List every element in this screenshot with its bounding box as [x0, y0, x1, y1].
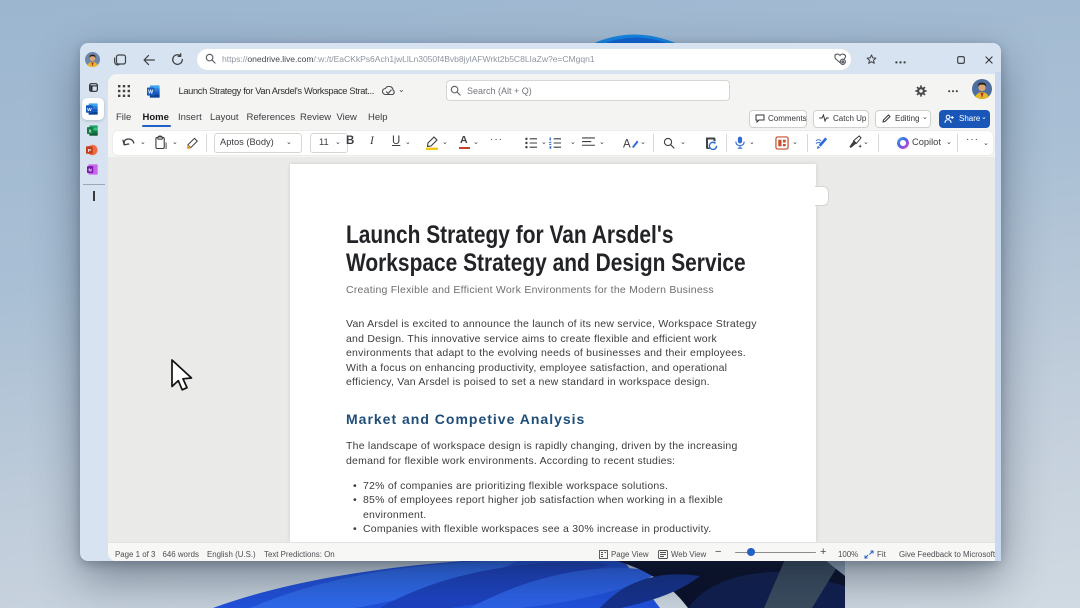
svg-text:A: A — [623, 139, 631, 151]
svg-text:X: X — [89, 128, 92, 133]
svg-text:N: N — [88, 167, 91, 172]
svg-text:W: W — [87, 107, 92, 113]
svg-text:W: W — [148, 90, 153, 96]
